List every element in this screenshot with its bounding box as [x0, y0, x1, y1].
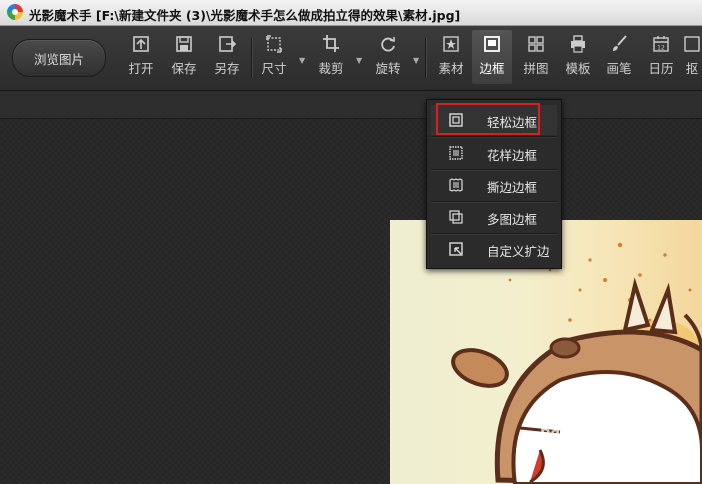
material-button[interactable]: 素材	[431, 34, 471, 82]
toolbar-separator	[251, 38, 252, 78]
rotate-icon	[381, 37, 395, 52]
star-icon	[443, 36, 459, 52]
save-as-icon	[219, 36, 236, 52]
menu-item-torn-border[interactable]: 撕边边框	[431, 170, 557, 200]
size-button[interactable]: 尺寸	[254, 34, 294, 82]
border-button[interactable]: 边框	[472, 30, 512, 84]
border-icon	[484, 36, 500, 52]
toolbar-separator	[425, 38, 426, 78]
multi-border-icon	[449, 210, 463, 224]
menu-item-multi-border[interactable]: 多图边框	[431, 202, 557, 232]
resize-icon	[266, 35, 282, 53]
watermark-url: jingyan.baidu.com	[562, 449, 655, 460]
template-button[interactable]: 模板	[558, 34, 598, 82]
cutout-button[interactable]: 抠	[682, 34, 702, 82]
window-title: 光影魔术手 [F:\新建文件夹 (3)\光影魔术手怎么做成拍立得的效果\素材.j…	[29, 8, 461, 23]
cutout-icon	[684, 36, 700, 52]
brush-button[interactable]: 画笔	[599, 34, 639, 82]
browse-images-button[interactable]: 浏览图片	[12, 39, 106, 77]
main-toolbar: 浏览图片 打开 保存 另存 尺寸 ▼ 裁剪 ▼ 旋转 ▼ 素材 边框 拼图 模板…	[0, 26, 702, 91]
calendar-button[interactable]: 12 日历	[641, 34, 681, 82]
crop-icon	[323, 35, 339, 52]
rotate-dropdown-arrow-icon[interactable]: ▼	[413, 56, 419, 65]
app-logo-icon	[7, 4, 23, 20]
fancy-border-icon	[449, 146, 463, 160]
open-icon	[133, 36, 149, 52]
save-button[interactable]: 保存	[164, 34, 204, 82]
printer-icon	[571, 35, 585, 53]
size-dropdown-arrow-icon[interactable]: ▼	[299, 56, 305, 65]
menu-item-custom-border[interactable]: 自定义扩边	[431, 234, 557, 264]
crop-dropdown-arrow-icon[interactable]: ▼	[356, 56, 362, 65]
grid-icon	[528, 36, 544, 52]
watermark-logo: Bai 经验	[540, 423, 598, 439]
calendar-icon: 12	[653, 36, 669, 52]
save-icon	[176, 36, 192, 52]
menu-separator	[431, 136, 557, 137]
torn-border-icon	[449, 178, 463, 192]
svg-text:12: 12	[657, 45, 665, 52]
menu-item-fancy-border[interactable]: 花样边框	[431, 138, 557, 168]
title-bar: 光影魔术手 [F:\新建文件夹 (3)\光影魔术手怎么做成拍立得的效果\素材.j…	[0, 0, 702, 26]
secondary-bar	[0, 91, 702, 119]
custom-border-icon	[449, 242, 463, 256]
highlight-box	[436, 103, 540, 135]
brush-icon	[613, 35, 627, 51]
rotate-button[interactable]: 旋转	[368, 34, 408, 82]
crop-button[interactable]: 裁剪	[311, 34, 351, 82]
collage-button[interactable]: 拼图	[516, 34, 556, 82]
save-as-button[interactable]: 另存	[207, 34, 247, 82]
open-button[interactable]: 打开	[121, 34, 161, 82]
